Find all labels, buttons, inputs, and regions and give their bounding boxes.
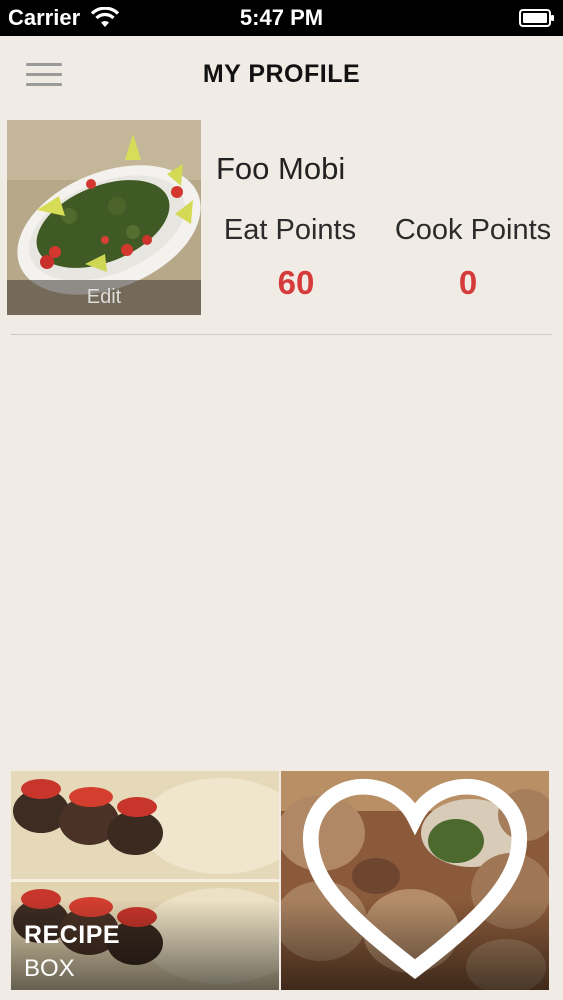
status-time: 5:47 PM: [239, 5, 324, 30]
heart-outline-icon[interactable]: [281, 771, 549, 990]
profile-divider: [11, 334, 552, 335]
recipe-box-subtitle: BOX: [24, 955, 75, 982]
cook-points-value: 0: [458, 264, 478, 301]
status-bar: Carrier 5:47 PM: [0, 0, 563, 36]
battery-icon: [519, 9, 554, 27]
cook-points-label: Cook Points: [394, 214, 552, 246]
profile-screen: MY PROFILE Edit Foo Mobi Eat Points 60 C…: [0, 36, 563, 1000]
eat-points-value: 60: [277, 264, 315, 301]
avatar-edit-button[interactable]: Edit: [7, 280, 201, 315]
nav-bar: MY PROFILE: [0, 36, 563, 112]
profile-avatar[interactable]: Edit: [7, 120, 201, 315]
recipe-box-title: RECIPE: [24, 921, 121, 949]
user-name: Foo Mobi: [216, 151, 346, 186]
recipe-box-tile[interactable]: RECIPE BOX: [11, 771, 279, 990]
favorites-tile[interactable]: [281, 771, 549, 990]
eat-points-label: Eat Points: [223, 214, 357, 246]
page-title: MY PROFILE: [202, 60, 361, 88]
